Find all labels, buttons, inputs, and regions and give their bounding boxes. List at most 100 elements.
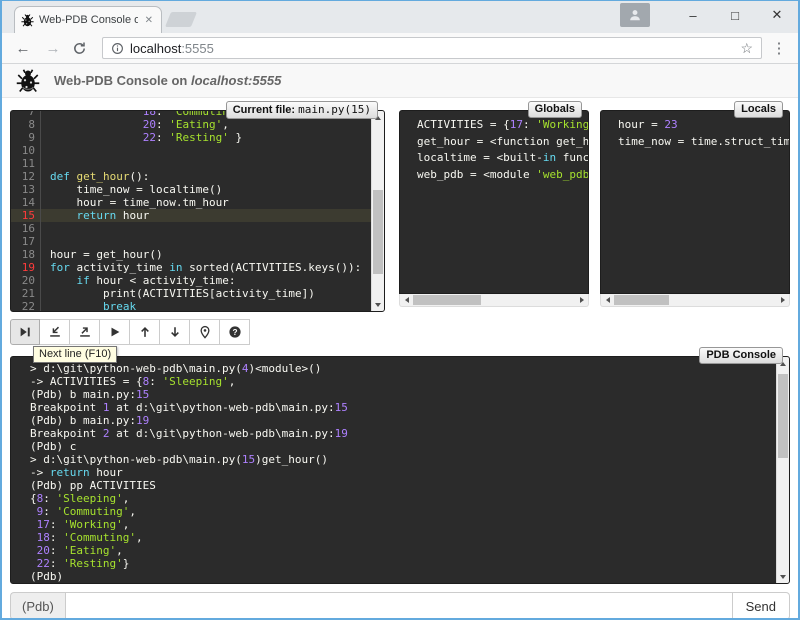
info-icon[interactable] — [111, 42, 124, 55]
line-number: 8 — [11, 118, 41, 131]
svg-text:?: ? — [232, 327, 237, 337]
code-line: 19for activity_time in sorted(ACTIVITIES… — [11, 261, 371, 274]
browser-tab[interactable]: Web-PDB Console on lo ✕ — [14, 6, 162, 33]
step-out-icon — [78, 325, 92, 339]
code-line: -> return hour — [21, 466, 766, 479]
line-number: 17 — [11, 235, 41, 248]
profile-button[interactable] — [620, 3, 650, 27]
line-number: 14 — [11, 196, 41, 209]
tab-strip: Web-PDB Console on lo ✕ – □ ✕ — [2, 1, 798, 33]
globals-hscrollbar[interactable] — [399, 294, 589, 307]
top-panel-row: Current file: main.py(15) 7 18: 'Commuti… — [10, 110, 790, 312]
minimize-button[interactable]: – — [672, 2, 714, 28]
reload-icon[interactable] — [72, 41, 94, 56]
where-button[interactable] — [190, 319, 220, 345]
tab-close-icon[interactable]: ✕ — [143, 15, 155, 26]
locals-label: Locals — [734, 101, 783, 118]
code-line: 9 22: 'Resting' } — [11, 131, 371, 144]
code-line: 21 print(ACTIVITIES[activity_time]) — [11, 287, 371, 300]
page-title: Web-PDB Console on localhost:5555 — [54, 73, 281, 88]
current-file-panel: Current file: main.py(15) 7 18: 'Commuti… — [10, 110, 385, 312]
globals-panel: Globals ACTIVITIES = {17: 'Working', 18:… — [399, 110, 589, 312]
code-line: 8 20: 'Eating', — [11, 118, 371, 131]
return-button[interactable] — [70, 319, 100, 345]
line-number-breakpoint: 19 — [11, 261, 41, 274]
code-area: 7 18: 'Commuting',8 20: 'Eating',9 22: '… — [11, 111, 371, 311]
line-number: 22 — [11, 300, 41, 311]
scroll-left-icon[interactable] — [400, 294, 413, 306]
favicon-bug-icon — [21, 14, 34, 27]
tab-title: Web-PDB Console on lo — [39, 14, 138, 26]
page-content: Current file: main.py(15) 7 18: 'Commuti… — [2, 98, 798, 618]
code-line: 18hour = get_hour() — [11, 248, 371, 261]
line-number: 11 — [11, 157, 41, 170]
code-line: 20 if hour < activity_time: — [11, 274, 371, 287]
code-line: (Pdb) — [21, 570, 766, 583]
code-line: (Pdb) b main.py:19 — [21, 414, 766, 427]
code-line: 22 break — [11, 300, 371, 311]
line-number-breakpoint: 15 — [11, 209, 41, 222]
command-input[interactable] — [65, 592, 733, 618]
step-into-icon — [48, 325, 62, 339]
console-vscrollbar[interactable] — [776, 357, 789, 583]
current-file-label: Current file: main.py(15) — [226, 101, 378, 119]
help-button[interactable]: ? — [220, 319, 250, 345]
bookmark-star-icon[interactable]: ☆ — [740, 40, 753, 57]
code-line: 9: 'Commuting', — [21, 505, 766, 518]
line-number: 7 — [11, 111, 41, 118]
play-icon — [108, 325, 122, 339]
stack-up-button[interactable] — [130, 319, 160, 345]
pdb-prompt-addon: (Pdb) — [10, 592, 65, 618]
step-into-button[interactable] — [40, 319, 70, 345]
code-line: 22: 'Resting'} — [21, 557, 766, 570]
close-button[interactable]: ✕ — [756, 2, 798, 28]
forward-icon[interactable]: → — [42, 40, 64, 57]
locals-hscrollbar[interactable] — [600, 294, 790, 307]
scroll-thumb[interactable] — [373, 190, 383, 274]
chrome-menu-icon[interactable]: ⋮ — [770, 39, 788, 57]
code-line: > d:\git\python-web-pdb\main.py(15)get_h… — [21, 453, 766, 466]
code-line: 15 return hour — [11, 209, 371, 222]
code-line: Breakpoint 1 at d:\git\python-web-pdb\ma… — [21, 401, 766, 414]
code-line: 17 — [11, 235, 371, 248]
window-controls: – □ ✕ — [620, 1, 798, 29]
page-header: Web-PDB Console on localhost:5555 — [2, 64, 798, 98]
globals-content[interactable]: ACTIVITIES = {17: 'Working', 18: 'Commut… — [399, 110, 589, 294]
stack-down-button[interactable] — [160, 319, 190, 345]
tooltip: Next line (F10) — [33, 346, 117, 363]
pdb-console[interactable]: > d:\git\python-web-pdb\main.py(4)<modul… — [10, 356, 790, 584]
code-line: 16 — [11, 222, 371, 235]
line-number: 21 — [11, 287, 41, 300]
code-line: localtime = <built-in function localt — [408, 150, 580, 167]
editor-vscrollbar[interactable] — [371, 111, 384, 311]
locals-content[interactable]: hour = 23time_now = time.struct_time(tm_… — [600, 110, 790, 294]
scroll-down-icon[interactable] — [372, 298, 384, 311]
code-line: (Pdb) pp ACTIVITIES — [21, 479, 766, 492]
code-line: -> ACTIVITIES = {8: 'Sleeping', — [21, 375, 766, 388]
scroll-right-icon[interactable] — [575, 294, 588, 306]
line-number: 20 — [11, 274, 41, 287]
pdb-console-panel: PDB Console > d:\git\python-web-pdb\main… — [10, 356, 790, 584]
back-icon[interactable]: ← — [12, 40, 34, 57]
line-number: 9 — [11, 131, 41, 144]
globals-label: Globals — [528, 101, 582, 118]
code-line: (Pdb) c — [21, 440, 766, 453]
person-icon — [628, 8, 642, 22]
next-line-icon — [18, 325, 32, 339]
arrow-down-icon — [168, 325, 182, 339]
question-icon: ? — [228, 325, 242, 339]
scroll-down-icon[interactable] — [777, 570, 789, 583]
scroll-left-icon[interactable] — [601, 294, 614, 306]
scroll-right-icon[interactable] — [776, 294, 789, 306]
continue-button[interactable] — [100, 319, 130, 345]
code-line: hour = 23 — [609, 117, 781, 134]
send-button[interactable]: Send — [733, 592, 790, 618]
new-tab-button[interactable] — [165, 12, 197, 27]
address-bar[interactable]: localhost:5555 ☆ — [102, 37, 762, 59]
scroll-thumb[interactable] — [614, 295, 669, 305]
next-line-button[interactable] — [10, 319, 40, 345]
maximize-button[interactable]: □ — [714, 2, 756, 28]
scroll-thumb[interactable] — [778, 374, 788, 458]
scroll-thumb[interactable] — [413, 295, 481, 305]
code-editor[interactable]: 7 18: 'Commuting',8 20: 'Eating',9 22: '… — [10, 110, 385, 312]
